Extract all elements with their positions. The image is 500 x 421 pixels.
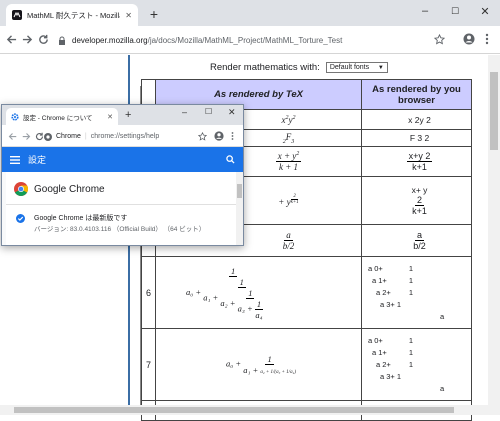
render-label: Render mathematics with: xyxy=(210,62,320,73)
popup-reload-icon[interactable] xyxy=(35,132,44,141)
product-row: Google Chrome xyxy=(14,182,105,196)
popup-minimize-button[interactable]: – xyxy=(182,107,187,117)
lock-icon xyxy=(58,36,66,45)
settings-window[interactable]: 設定 - Chrome について ✕ + – ☐ ✕ Chrome | chro… xyxy=(1,104,244,246)
popup-url-path: chrome://settings/help xyxy=(90,133,160,140)
popup-profile-icon[interactable] xyxy=(214,131,224,141)
popup-tab-close-icon[interactable]: ✕ xyxy=(107,113,113,121)
horizontal-scroll-thumb[interactable] xyxy=(14,407,454,413)
vertical-scroll-thumb[interactable] xyxy=(490,72,498,150)
reload-icon[interactable] xyxy=(34,30,52,48)
browser-cell: a 0+ 1 a 1+ 1 a 2+ 1 a 3+ 1 a xyxy=(361,328,472,401)
font-select[interactable]: Default fonts ▼ xyxy=(325,62,388,73)
gear-icon xyxy=(11,112,19,121)
popup-tab-title: 設定 - Chrome について xyxy=(23,114,93,122)
tex-cell: a₀ + 1 a₁ + a₂ + 1/(a₃ + 1/a₄) xyxy=(155,328,362,401)
popup-url-label: Chrome xyxy=(56,133,81,140)
hamburger-menu-icon[interactable] xyxy=(10,155,20,164)
popup-forward-icon[interactable] xyxy=(22,132,31,141)
popup-star-icon[interactable] xyxy=(198,132,207,141)
search-icon[interactable] xyxy=(226,155,235,164)
chrome-logo-small-icon xyxy=(44,132,52,141)
browser-cell: x+ y 2 k+1 xyxy=(361,176,472,225)
chrome-logo-icon xyxy=(14,182,28,196)
popup-menu-icon[interactable] xyxy=(231,131,234,141)
render-options: Render mathematics with: Default fonts ▼ xyxy=(210,62,388,73)
browser-cell: x+y 2 k+1 xyxy=(361,146,472,177)
address-bar[interactable]: developer.mozilla.org/ja/docs/Mozilla/Ma… xyxy=(52,30,452,50)
popup-tab-settings[interactable]: 設定 - Chrome について ✕ xyxy=(6,108,118,125)
update-status: Google Chrome は最新版です xyxy=(34,215,128,222)
popup-back-icon[interactable] xyxy=(8,132,17,141)
popup-maximize-button[interactable]: ☐ xyxy=(205,107,212,116)
popup-address-bar[interactable]: Chrome | chrome://settings/help xyxy=(44,129,194,144)
profile-icon[interactable] xyxy=(460,30,478,48)
tex-cell: a₀ + 1 a₁ + 1 a₂ + 1 a₃ + 1 a₄ xyxy=(155,256,362,329)
tab-mathml[interactable]: MathML 耐久テスト - Mozilla | MDN ✕ xyxy=(6,4,138,26)
browser-cell: a b/2 xyxy=(361,224,472,257)
settings-header: 設定 xyxy=(2,147,243,172)
font-select-value: Default fonts xyxy=(329,64,370,71)
new-tab-button[interactable]: + xyxy=(146,6,162,22)
browser-cell: F 3 2 xyxy=(361,129,472,147)
product-name: Google Chrome xyxy=(34,183,105,195)
check-circle-icon xyxy=(16,214,25,223)
table-row: 6 a₀ + 1 a₁ + 1 a₂ + 1 a₃ + 1 a₄ a 0+ 1 a 1+… xyxy=(141,256,472,329)
about-card: Google Chrome Google Chrome は最新版です バージョン… xyxy=(6,172,236,245)
mdn-favicon-icon xyxy=(12,10,22,20)
header-browser: As rendered by you browser xyxy=(361,79,472,110)
popup-scroll-thumb[interactable] xyxy=(237,184,242,198)
popup-close-button[interactable]: ✕ xyxy=(228,107,236,118)
browser-cell: x 2y 2 xyxy=(361,109,472,130)
popup-new-tab-button[interactable]: + xyxy=(125,109,131,121)
tab-close-icon[interactable]: ✕ xyxy=(125,11,132,20)
row-num: 6 xyxy=(141,256,156,329)
bookmark-star-icon[interactable] xyxy=(430,30,448,48)
maximize-button[interactable]: ☐ xyxy=(440,0,470,22)
settings-title: 設定 xyxy=(28,155,47,165)
browser-cell: a 0+ 1 a 1+ 1 a 2+ 1 a 3+ 1 a xyxy=(361,256,472,329)
minimize-button[interactable]: – xyxy=(410,0,440,22)
divider xyxy=(6,204,236,205)
url-path: /ja/docs/Mozilla/MathML_Project/MathML_T… xyxy=(147,35,343,45)
close-button[interactable]: ✕ xyxy=(470,0,500,22)
row-num: 7 xyxy=(141,328,156,401)
version-info: バージョン: 83.0.4103.116 （Official Build） （6… xyxy=(34,226,206,233)
table-row: 7 a₀ + 1 a₁ + a₂ + 1/(a₃ + 1/a₄) a 0+ 1 a… xyxy=(141,328,472,401)
tab-title: MathML 耐久テスト - Mozilla | MDN xyxy=(27,10,120,20)
chevron-down-icon: ▼ xyxy=(377,64,384,71)
menu-kebab-icon[interactable] xyxy=(478,30,496,48)
url-host: developer.mozilla.org xyxy=(72,35,148,45)
